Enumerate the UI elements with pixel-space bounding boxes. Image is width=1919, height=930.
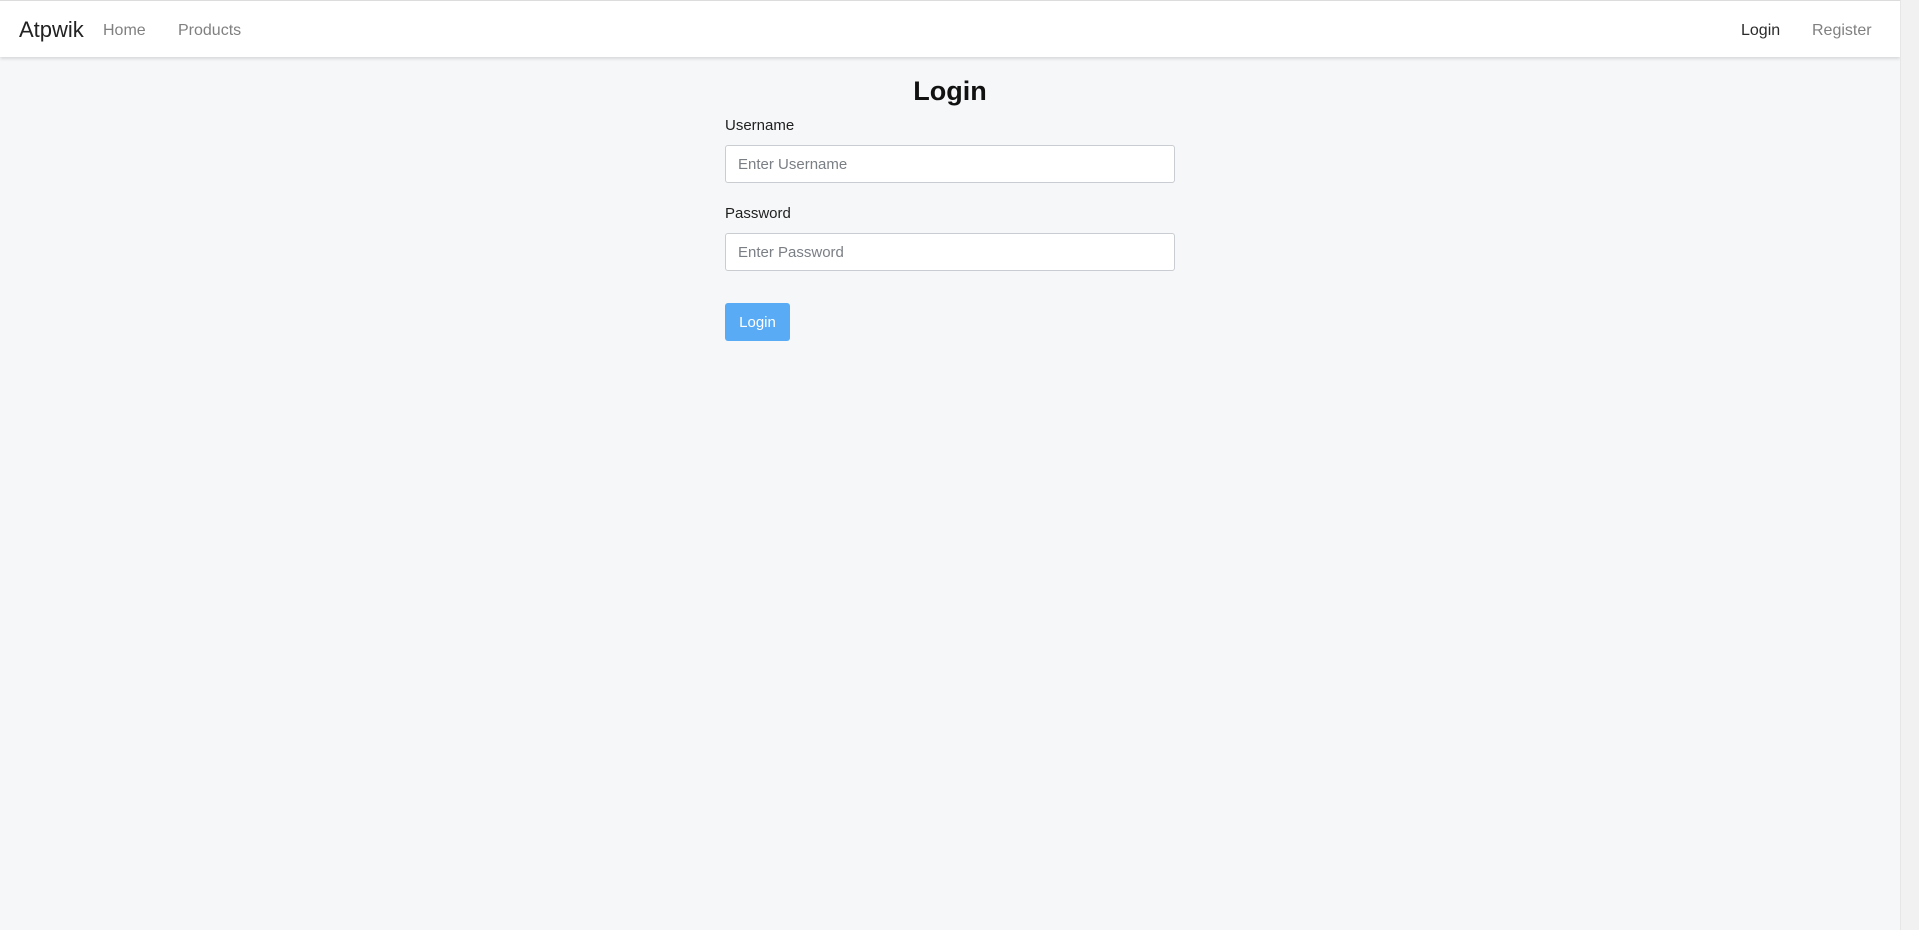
- login-form: Login Username Password Login: [725, 70, 1175, 341]
- nav-link-products[interactable]: Products: [178, 21, 241, 41]
- top-navbar: Atpwik Home Products Login Register: [0, 0, 1900, 57]
- password-input[interactable]: [725, 233, 1175, 271]
- username-label: Username: [725, 117, 795, 134]
- password-label: Password: [725, 205, 791, 222]
- login-button[interactable]: Login: [725, 303, 790, 341]
- page-viewport: Atpwik Home Products Login Register Logi…: [0, 0, 1900, 930]
- nav-link-register[interactable]: Register: [1812, 21, 1872, 41]
- brand-logo[interactable]: Atpwik: [19, 17, 84, 43]
- page-title: Login: [913, 76, 987, 106]
- nav-link-login[interactable]: Login: [1741, 21, 1780, 41]
- nav-link-home[interactable]: Home: [103, 21, 146, 41]
- vertical-scrollbar[interactable]: [1900, 0, 1919, 930]
- username-input[interactable]: [725, 145, 1175, 183]
